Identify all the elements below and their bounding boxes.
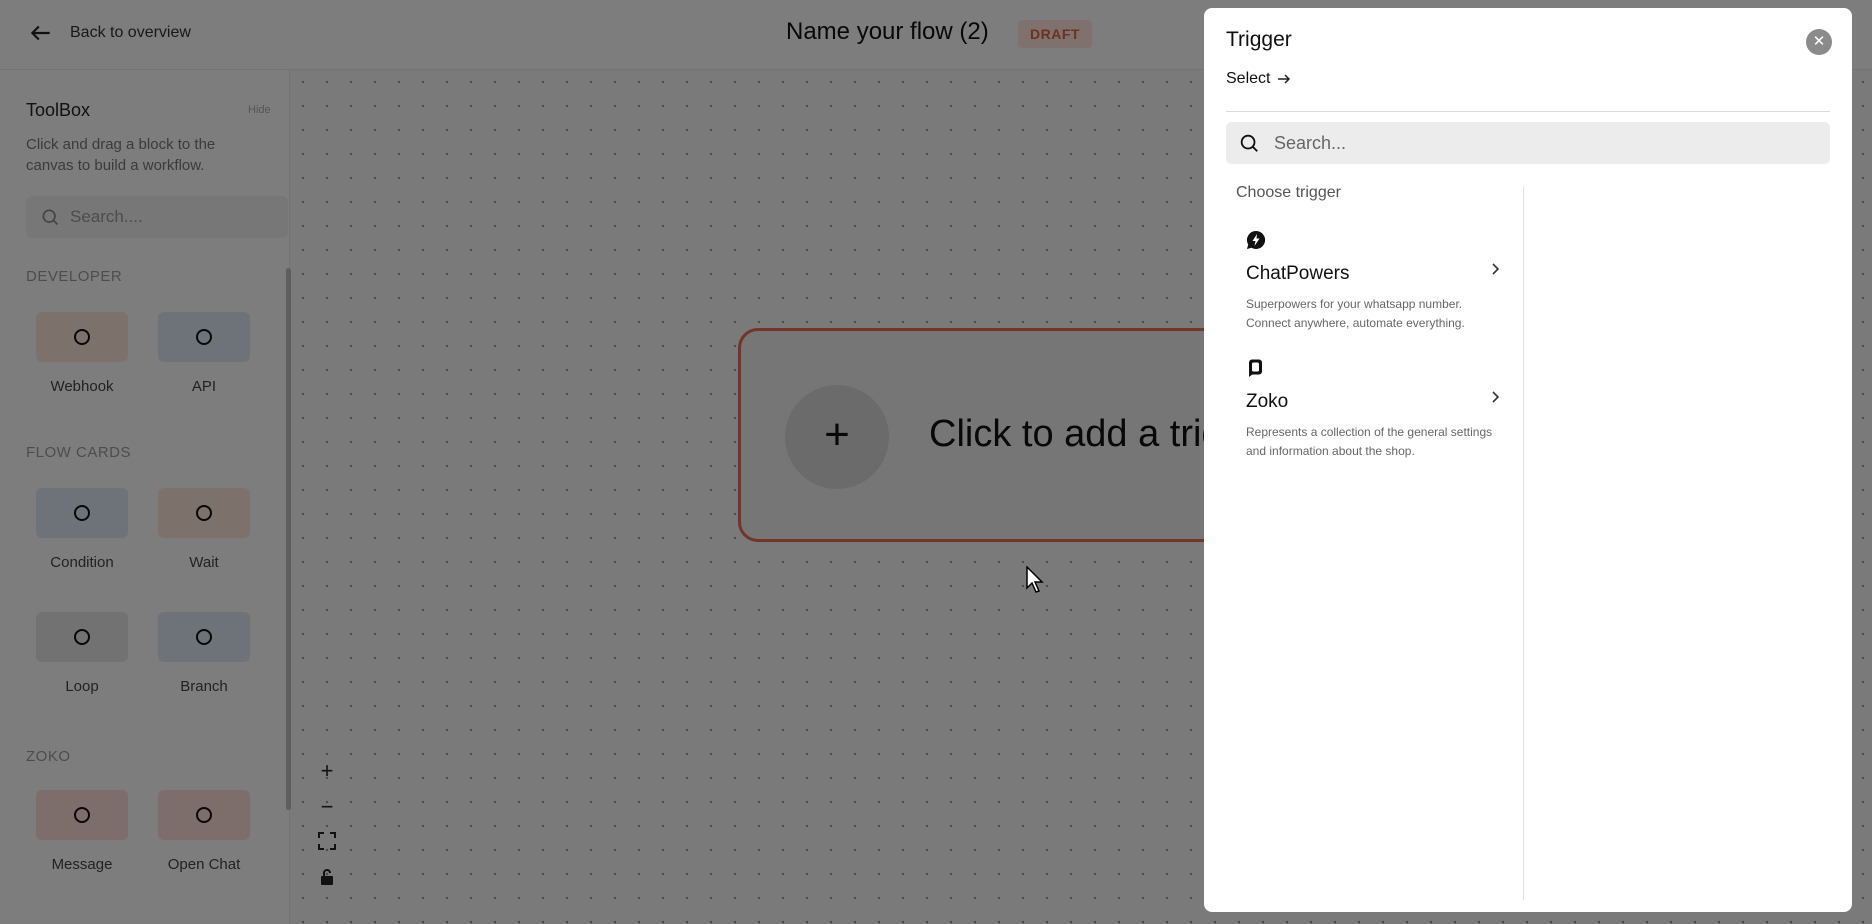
choose-trigger-label: Choose trigger (1236, 184, 1341, 201)
trigger-item-zoko[interactable]: Zoko Represents a collection of the gene… (1246, 358, 1502, 461)
divider (1226, 111, 1830, 112)
arrow-right-icon (1278, 74, 1291, 84)
trigger-item-name: Zoko (1246, 391, 1289, 412)
select-label: Select (1226, 70, 1271, 87)
search-icon (1240, 134, 1258, 152)
trigger-item-name: ChatPowers (1246, 263, 1350, 284)
zoko-logo-icon (1249, 359, 1262, 377)
chatpowers-logo-icon (1246, 230, 1266, 249)
trigger-item-description: Superpowers for your whatsapp number. Co… (1246, 297, 1465, 330)
trigger-item-description: Represents a collection of the general s… (1246, 425, 1493, 458)
panel-divider (1523, 186, 1524, 900)
chevron-right-icon (1492, 391, 1500, 403)
chevron-right-icon (1492, 263, 1500, 275)
select-breadcrumb[interactable]: Select (1226, 70, 1292, 88)
close-icon[interactable]: ✕ (1806, 29, 1832, 55)
panel-title: Trigger (1226, 28, 1292, 51)
trigger-search-field[interactable] (1226, 122, 1830, 164)
trigger-search-input[interactable] (1274, 132, 1794, 154)
trigger-item-chatpowers[interactable]: ChatPowers Superpowers for your whatsapp… (1246, 230, 1502, 333)
trigger-panel: Trigger ✕ Select Choose trigger ChatPowe… (1204, 8, 1852, 912)
mouse-cursor-icon (1026, 566, 1044, 593)
